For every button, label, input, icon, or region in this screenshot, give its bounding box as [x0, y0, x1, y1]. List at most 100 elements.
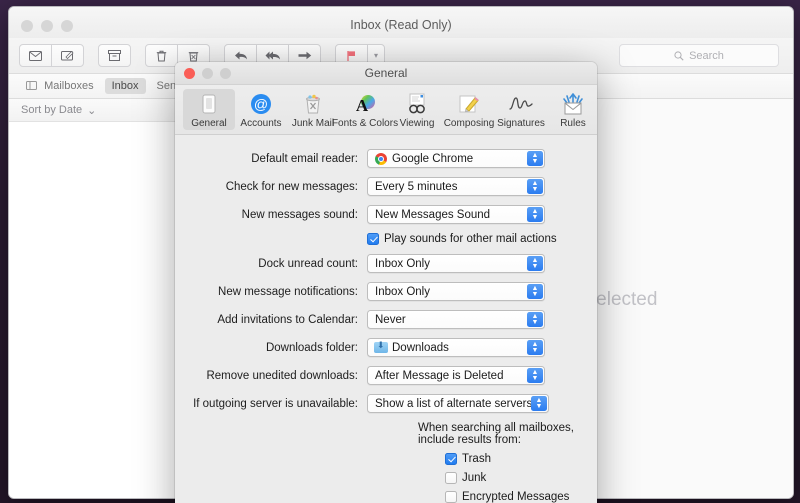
prefs-tab-signatures-label: Signatures [497, 118, 545, 129]
checkbox-trash[interactable] [445, 453, 457, 465]
search-icon [674, 50, 684, 61]
prefs-tab-rules[interactable]: Rules [547, 89, 597, 130]
chevron-updown-icon: ▲ ▼ [531, 396, 547, 411]
label-new-message-notifications: New message notifications: [218, 285, 358, 298]
prefs-tab-composing[interactable]: Composing [443, 89, 495, 130]
search-section-title: When searching all mailboxes, include re… [418, 422, 574, 446]
svg-text:A: A [356, 96, 369, 115]
popup-value-new-message-notifications: Inbox Only [375, 285, 430, 298]
prefs-tab-general[interactable]: General [183, 89, 235, 130]
popup-downloads-folder[interactable]: Downloads ▲▼ [367, 338, 545, 357]
prefs-tab-fonts-colors-label: Fonts & Colors [331, 118, 399, 129]
popup-remove-unedited-downloads[interactable]: After Message is Deleted ▲ ▼ [367, 366, 545, 385]
compose-button[interactable] [51, 44, 84, 67]
checkbox-junk[interactable] [445, 472, 457, 484]
favorites-label-inbox: Inbox [111, 80, 139, 92]
popup-value-remove-unedited-downloads: After Message is Deleted [375, 369, 504, 382]
chevron-updown-icon: ▲ ▼ [527, 368, 543, 383]
junk-mail-trash-icon [300, 91, 326, 117]
svg-text:@: @ [254, 96, 268, 112]
checkbox-encrypted-messages[interactable] [445, 491, 457, 503]
setting-row-remove-unedited-downloads: Remove unedited downloads: After Message… [175, 366, 597, 385]
viewing-glasses-icon [404, 91, 430, 117]
signature-icon [508, 91, 534, 117]
label-default-email-reader: Default email reader: [251, 152, 358, 165]
prefs-titlebar: General [175, 62, 597, 85]
popup-value-add-invitations: Never [375, 313, 406, 326]
chevron-updown-icon: ▲ ▼ [527, 340, 543, 355]
delete-button[interactable] [145, 44, 178, 67]
prefs-toolbar: General @ Accounts Junk Mail A Fonts & C [175, 85, 597, 135]
chevron-updown-icon: ▲ ▼ [527, 179, 543, 194]
prefs-tab-accounts-label: Accounts [240, 118, 282, 129]
checkbox-row-encrypted-messages: Encrypted Messages [175, 491, 597, 503]
mail-window-title: Inbox (Read Only) [350, 18, 452, 32]
setting-row-downloads-folder: Downloads folder: Downloads ▲▼ [175, 338, 597, 357]
popup-dock-unread-count[interactable]: Inbox Only ▲ ▼ [367, 254, 545, 273]
checkbox-label-junk: Junk [462, 472, 487, 484]
setting-row-default-email-reader: Default email reader: Google Chrome ▲ ▼ [175, 149, 597, 168]
popup-outgoing-server-unavailable[interactable]: Show a list of alternate servers ▲ ▼ [367, 394, 549, 413]
checkbox-row-trash: Trash [175, 453, 597, 465]
checkbox-label-play-sounds: Play sounds for other mail actions [384, 233, 557, 245]
popup-new-message-notifications[interactable]: Inbox Only ▲ ▼ [367, 282, 545, 301]
archive-button[interactable] [98, 44, 131, 67]
label-remove-unedited-downloads: Remove unedited downloads: [206, 369, 358, 382]
chevron-updown-icon: ▲ ▼ [527, 151, 543, 166]
popup-value-check-new-messages: Every 5 minutes [375, 180, 458, 193]
setting-row-add-invitations: Add invitations to Calendar: Never ▲ ▼ [175, 310, 597, 329]
chevron-updown-icon: ▲ ▼ [527, 284, 543, 299]
chevron-down-icon: ⌄ [87, 104, 97, 117]
prefs-content: Default email reader: Google Chrome ▲ ▼ C… [175, 135, 597, 503]
prefs-tab-junk-mail-label: Junk Mail [291, 118, 335, 129]
popup-check-new-messages[interactable]: Every 5 minutes ▲ ▼ [367, 177, 545, 196]
label-new-messages-sound: New messages sound: [241, 208, 358, 221]
chrome-icon [374, 152, 388, 166]
sidebar-icon [26, 80, 37, 93]
setting-row-check-new-messages: Check for new messages: Every 5 minutes … [175, 177, 597, 196]
popup-value-dock-unread-count: Inbox Only [375, 257, 430, 270]
checkbox-label-trash: Trash [462, 453, 491, 465]
prefs-tab-composing-label: Composing [443, 118, 495, 129]
accounts-at-icon: @ [248, 91, 274, 117]
prefs-window-title: General [364, 66, 408, 80]
mail-search-input[interactable]: Search [619, 44, 779, 67]
popup-default-email-reader[interactable]: Google Chrome ▲ ▼ [367, 149, 545, 168]
label-downloads-folder: Downloads folder: [265, 341, 358, 354]
get-mail-button[interactable] [19, 44, 52, 67]
setting-row-dock-unread-count: Dock unread count: Inbox Only ▲ ▼ [175, 254, 597, 273]
prefs-tab-rules-label: Rules [560, 118, 586, 129]
prefs-tab-signatures[interactable]: Signatures [495, 89, 547, 130]
popup-add-invitations[interactable]: Never ▲ ▼ [367, 310, 545, 329]
label-add-invitations: Add invitations to Calendar: [217, 313, 358, 326]
toolbar-group-archive [98, 44, 131, 67]
chevron-updown-icon: ▲ ▼ [527, 256, 543, 271]
label-dock-unread-count: Dock unread count: [258, 257, 358, 270]
general-preferences-dialog: General General @ Accounts Junk Mail A F… [175, 62, 597, 503]
popup-value-downloads-folder: Downloads [392, 341, 449, 354]
prefs-tab-viewing-label: Viewing [399, 118, 435, 129]
checkbox-row-junk: Junk [175, 472, 597, 484]
prefs-tab-viewing[interactable]: Viewing [391, 89, 443, 130]
favorites-item-mailboxes[interactable]: Mailboxes [19, 78, 101, 95]
prefs-tab-general-label: General [191, 118, 227, 129]
checkbox-play-sounds[interactable] [367, 233, 379, 245]
downloads-folder-icon [374, 340, 388, 355]
rules-icon [560, 91, 586, 117]
popup-value-outgoing-server-unavailable: Show a list of alternate servers [375, 397, 533, 410]
mail-search-placeholder: Search [689, 49, 724, 62]
label-outgoing-server-unavailable: If outgoing server is unavailable: [193, 397, 358, 410]
prefs-tab-accounts[interactable]: @ Accounts [235, 89, 287, 130]
toolbar-group-mail [19, 44, 84, 67]
favorites-item-inbox[interactable]: Inbox [104, 78, 146, 94]
setting-row-new-messages-sound: New messages sound: New Messages Sound ▲… [175, 205, 597, 224]
setting-row-new-message-notifications: New message notifications: Inbox Only ▲ ▼ [175, 282, 597, 301]
chevron-updown-icon: ▲ ▼ [527, 312, 543, 327]
prefs-tab-fonts-colors[interactable]: A Fonts & Colors [332, 89, 398, 130]
general-icon [196, 91, 222, 117]
checkbox-label-encrypted-messages: Encrypted Messages [462, 491, 570, 503]
sort-by-label: Sort by Date [21, 104, 83, 116]
popup-new-messages-sound[interactable]: New Messages Sound ▲ ▼ [367, 205, 545, 224]
setting-row-outgoing-server-unavailable: If outgoing server is unavailable: Show … [175, 394, 597, 413]
chevron-updown-icon: ▲ ▼ [527, 207, 543, 222]
